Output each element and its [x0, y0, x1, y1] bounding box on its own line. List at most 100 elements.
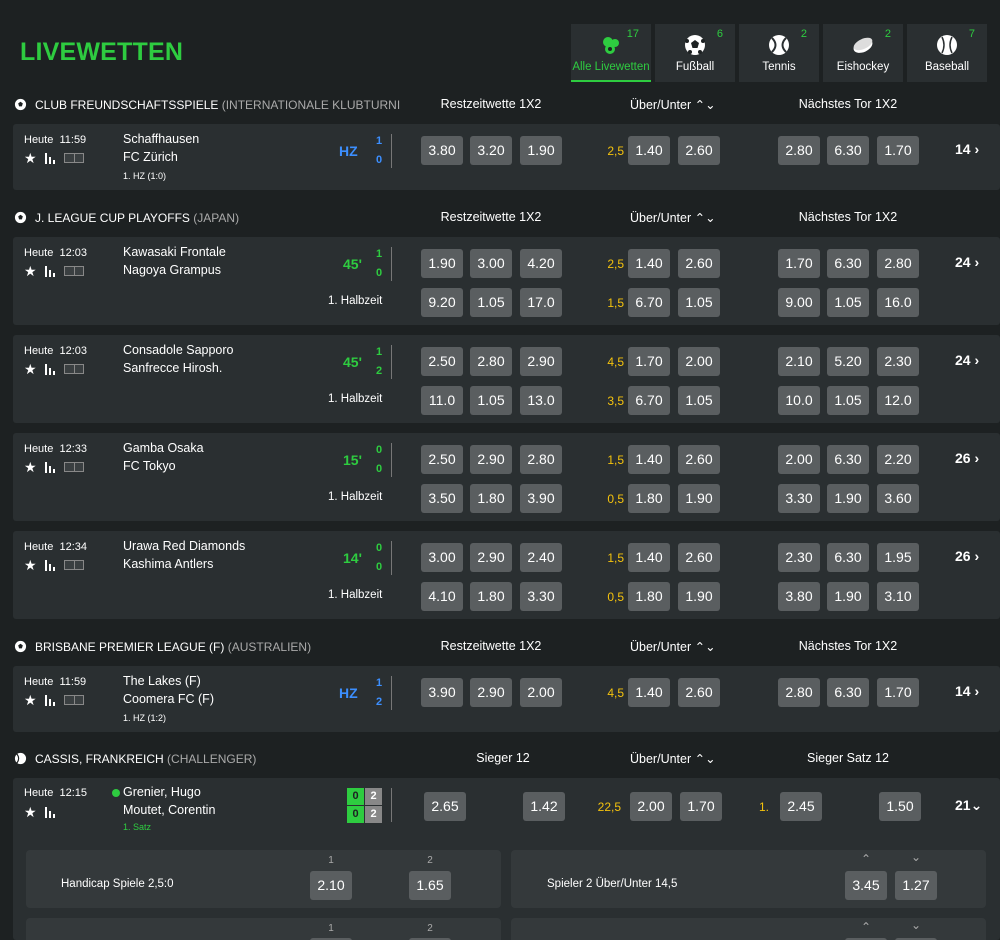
odds-button[interactable]: 1.65	[409, 871, 451, 900]
odds-button[interactable]: 1.05	[470, 386, 512, 415]
odds-button[interactable]: 2.80	[778, 136, 820, 165]
odds-button[interactable]: 1.70	[778, 249, 820, 278]
odds-button[interactable]: 1.70	[877, 678, 919, 707]
odds-button[interactable]: 2.00	[678, 347, 720, 376]
odds-button[interactable]: 1.90	[678, 484, 720, 513]
odds-button[interactable]: 1.40	[628, 136, 670, 165]
more-markets-link[interactable]: 24 ›	[955, 254, 979, 270]
odds-button[interactable]: 2.00	[520, 678, 562, 707]
odds-button[interactable]: 4.10	[421, 582, 463, 611]
more-markets-link[interactable]: 26 ›	[955, 450, 979, 466]
odds-button[interactable]: 1.05	[470, 288, 512, 317]
odds-button[interactable]: 1.90	[827, 582, 869, 611]
odds-button[interactable]: 1.90	[827, 484, 869, 513]
odds-button[interactable]: 2.50	[421, 445, 463, 474]
odds-button[interactable]: 1.90	[678, 582, 720, 611]
odds-button[interactable]: 10.0	[778, 386, 820, 415]
odds-button[interactable]: 1.70	[680, 792, 722, 821]
favorite-star-icon[interactable]: ★	[24, 264, 37, 278]
more-markets-link[interactable]: 14 ›	[955, 141, 979, 157]
league-name[interactable]: BRISBANE PREMIER LEAGUE (F) (AUSTRALIEN)	[35, 640, 311, 654]
more-markets-link[interactable]: 26 ›	[955, 548, 979, 564]
odds-button[interactable]: 2.00	[778, 445, 820, 474]
odds-button[interactable]: 2.60	[678, 678, 720, 707]
odds-button[interactable]: 3.80	[421, 136, 463, 165]
odds-button[interactable]: 1.70	[628, 347, 670, 376]
odds-button[interactable]: 17.0	[520, 288, 562, 317]
odds-button[interactable]: 1.05	[678, 386, 720, 415]
odds-button[interactable]: 3.90	[421, 678, 463, 707]
odds-button[interactable]: 3.00	[470, 249, 512, 278]
odds-button[interactable]: 6.30	[827, 249, 869, 278]
statistics-icon[interactable]	[44, 461, 56, 473]
match-row[interactable]: Heute 12:03 ★ Kawasaki Frontale Nagoya Gram…	[13, 237, 1000, 325]
odds-button[interactable]: 1.40	[628, 445, 670, 474]
odds-button[interactable]: 2.10	[310, 871, 352, 900]
match-row[interactable]: Heute 12:15 ★ Grenier, Hugo Moutet, Corenti…	[13, 778, 1000, 940]
odds-button[interactable]: 2.90	[470, 678, 512, 707]
match-row[interactable]: Heute 11:59 ★ Schaffhausen FC Zürich HZ 1 0 1. …	[13, 124, 1000, 190]
odds-button[interactable]: 6.70	[628, 288, 670, 317]
odds-button[interactable]: 1.90	[421, 249, 463, 278]
odds-button[interactable]: 1.42	[523, 792, 565, 821]
odds-button[interactable]: 2.60	[678, 249, 720, 278]
odds-button[interactable]: 13.0	[520, 386, 562, 415]
odds-button[interactable]: 2.40	[520, 543, 562, 572]
statistics-icon[interactable]	[44, 806, 56, 818]
statistics-icon[interactable]	[44, 363, 56, 375]
odds-button[interactable]: 1.90	[520, 136, 562, 165]
statistics-icon[interactable]	[44, 694, 56, 706]
odds-button[interactable]: 3.30	[778, 484, 820, 513]
odds-button[interactable]: 16.0	[877, 288, 919, 317]
odds-button[interactable]: 6.70	[628, 386, 670, 415]
more-markets-link[interactable]: 14 ›	[955, 683, 979, 699]
odds-button[interactable]: 2.20	[877, 445, 919, 474]
odds-button[interactable]: 2.50	[421, 347, 463, 376]
league-name[interactable]: J. LEAGUE CUP PLAYOFFS (JAPAN)	[35, 211, 239, 225]
odds-button[interactable]: 6.30	[827, 543, 869, 572]
odds-button[interactable]: 2.90	[520, 347, 562, 376]
odds-button[interactable]: 9.00	[778, 288, 820, 317]
odds-button[interactable]: 1.80	[628, 582, 670, 611]
odds-button[interactable]: 1.80	[470, 582, 512, 611]
odds-button[interactable]: 1.80	[628, 484, 670, 513]
tab-alle-livewetten[interactable]: 17 Alle Livewetten	[571, 24, 651, 82]
column-header-2[interactable]: Über/Unter ⌃⌄	[630, 97, 716, 112]
odds-button[interactable]: 1.05	[678, 288, 720, 317]
league-name[interactable]: CLUB FREUNDSCHAFTSSPIELE (INTERNATIONALE…	[35, 98, 400, 112]
favorite-star-icon[interactable]: ★	[24, 693, 37, 707]
statistics-icon[interactable]	[44, 265, 56, 277]
odds-button[interactable]: 3.45	[845, 871, 887, 900]
live-field-icon[interactable]	[63, 695, 84, 705]
odds-button[interactable]: 1.05	[827, 386, 869, 415]
odds-button[interactable]: 1.80	[470, 484, 512, 513]
odds-button[interactable]: 3.30	[520, 582, 562, 611]
statistics-icon[interactable]	[44, 152, 56, 164]
match-row[interactable]: Heute 12:34 ★ Urawa Red Diamonds Kashima An…	[13, 531, 1000, 619]
favorite-star-icon[interactable]: ★	[24, 151, 37, 165]
live-field-icon[interactable]	[63, 462, 84, 472]
live-field-icon[interactable]	[63, 266, 84, 276]
match-row[interactable]: Heute 12:03 ★ Consadole Sapporo Sanfrecce H…	[13, 335, 1000, 423]
odds-button[interactable]: 1.40	[628, 678, 670, 707]
column-header-2[interactable]: Über/Unter ⌃⌄	[630, 210, 716, 225]
live-field-icon[interactable]	[63, 364, 84, 374]
league-name[interactable]: CASSIS, FRANKREICH (CHALLENGER)	[35, 752, 256, 766]
odds-button[interactable]: 2.60	[678, 136, 720, 165]
odds-button[interactable]: 1.70	[877, 136, 919, 165]
tab-tennis[interactable]: 2 Tennis	[739, 24, 819, 82]
odds-button[interactable]: 6.30	[827, 678, 869, 707]
odds-button[interactable]: 3.90	[520, 484, 562, 513]
match-row[interactable]: Heute 12:33 ★ Gamba Osaka FC Tokyo 15' 0 0 2.50…	[13, 433, 1000, 521]
favorite-star-icon[interactable]: ★	[24, 558, 37, 572]
odds-button[interactable]: 6.30	[827, 445, 869, 474]
odds-button[interactable]: 2.80	[520, 445, 562, 474]
odds-button[interactable]: 6.30	[827, 136, 869, 165]
match-row[interactable]: Heute 11:59 ★ The Lakes (F) Coomera FC (F) H…	[13, 666, 1000, 732]
odds-button[interactable]: 2.30	[877, 347, 919, 376]
odds-button[interactable]: 2.65	[424, 792, 466, 821]
odds-button[interactable]: 3.80	[778, 582, 820, 611]
odds-button[interactable]: 1.27	[895, 871, 937, 900]
favorite-star-icon[interactable]: ★	[24, 362, 37, 376]
odds-button[interactable]: 2.80	[778, 678, 820, 707]
